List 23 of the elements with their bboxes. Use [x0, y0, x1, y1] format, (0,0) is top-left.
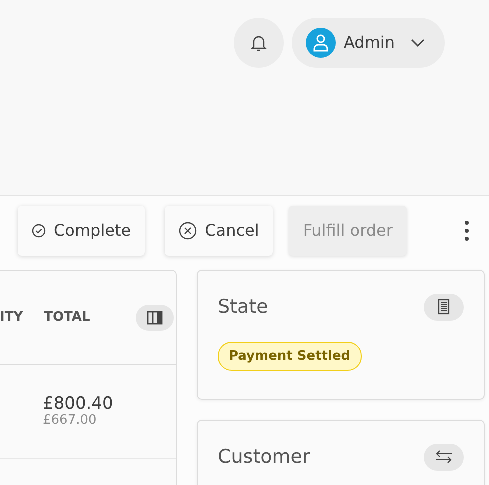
card-action-button[interactable] — [424, 294, 464, 321]
column-header: ITY — [0, 308, 24, 327]
more-options-icon[interactable] — [462, 219, 472, 243]
columns-button[interactable] — [136, 304, 174, 330]
user-menu-button[interactable]: Admin — [292, 18, 445, 68]
chevron-down-icon — [411, 39, 425, 47]
action-button[interactable]: Complete — [18, 206, 146, 256]
column-header: TOTAL — [44, 308, 90, 327]
action-button[interactable]: Cancel — [165, 206, 274, 256]
card-title: Customer — [218, 445, 310, 470]
notifications-button[interactable] — [234, 18, 284, 68]
subtotal-cell-text: £667.00 — [43, 414, 98, 428]
bell-icon — [251, 34, 267, 52]
columns-icon — [147, 310, 163, 324]
card-title: State — [218, 295, 268, 320]
check-circle-icon — [32, 224, 46, 238]
card-action-button[interactable] — [424, 444, 464, 471]
status-badge: Payment Settled — [218, 342, 362, 371]
avatar-icon — [306, 28, 336, 58]
swap-icon — [435, 450, 453, 464]
cancel-icon — [179, 222, 198, 240]
total-cell-text: £800.40 — [43, 395, 114, 414]
document-icon — [438, 299, 450, 316]
